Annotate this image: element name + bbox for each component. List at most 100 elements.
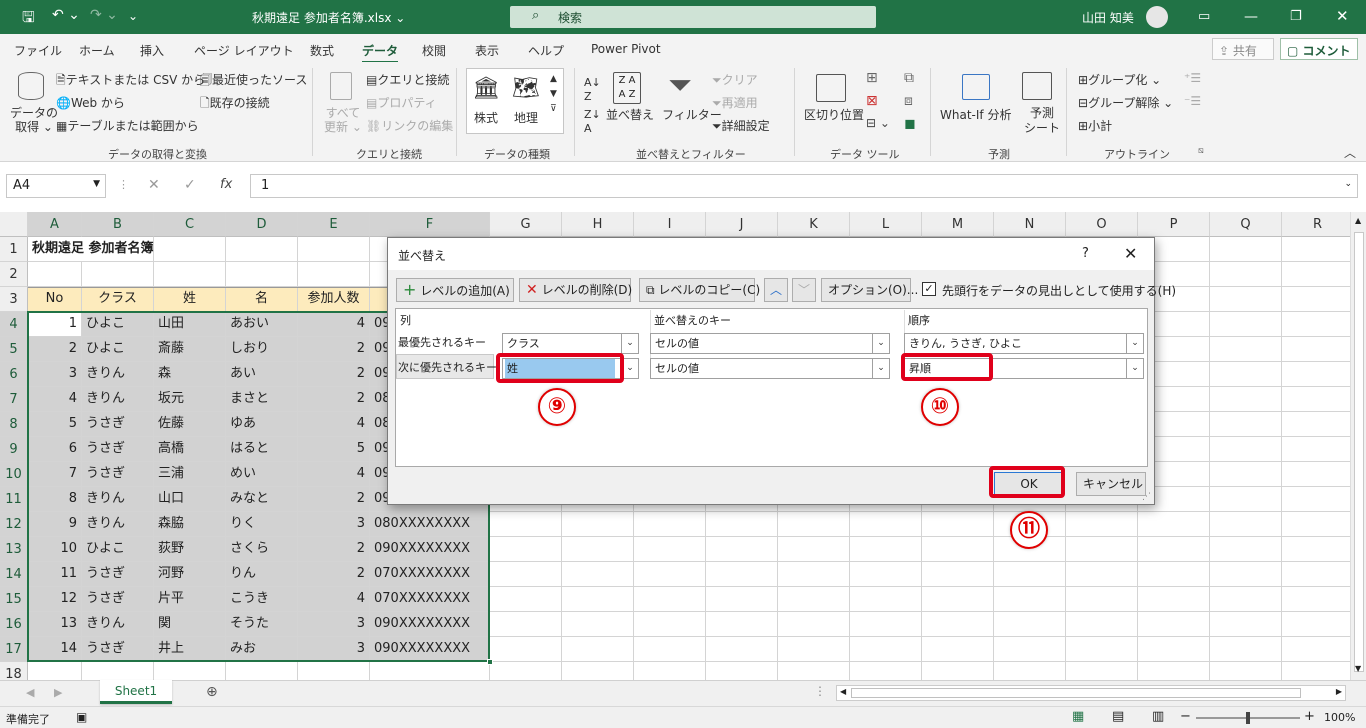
help-icon[interactable]: ? <box>1082 246 1089 261</box>
cell[interactable] <box>1210 437 1282 462</box>
table-header-cell[interactable]: 参加人数 <box>298 287 370 312</box>
cell[interactable] <box>1210 412 1282 437</box>
cell[interactable] <box>850 562 922 587</box>
refresh-all-button[interactable]: すべて 更新 ⌄ <box>324 106 362 134</box>
undo-icon[interactable]: ↶ ⌄ <box>52 7 80 23</box>
cell[interactable]: 9 <box>28 512 82 537</box>
cell[interactable] <box>1210 462 1282 487</box>
tab-file[interactable]: ファイル <box>14 42 62 59</box>
properties-button[interactable]: ▤プロパティ <box>366 94 437 111</box>
zoom-in-icon[interactable]: + <box>1304 709 1315 724</box>
row-header[interactable]: 5 <box>0 337 28 362</box>
row-header[interactable]: 12 <box>0 512 28 537</box>
cell[interactable]: うさぎ <box>82 637 154 662</box>
cell[interactable] <box>1210 512 1282 537</box>
text-csv-button[interactable]: 🗎テキストまたは CSV から <box>56 71 205 92</box>
cell[interactable] <box>706 612 778 637</box>
cell[interactable]: 4 <box>298 462 370 487</box>
cell[interactable] <box>490 637 562 662</box>
row-header[interactable]: 9 <box>0 437 28 462</box>
cell[interactable]: 2 <box>28 337 82 362</box>
cell[interactable] <box>562 512 634 537</box>
add-level-button[interactable]: + レベルの追加(A) <box>396 278 514 302</box>
cell[interactable] <box>298 262 370 287</box>
column-header[interactable]: C <box>154 212 226 237</box>
table-range-button[interactable]: ▦テーブルまたは範囲から <box>56 117 199 134</box>
cell[interactable] <box>634 512 706 537</box>
cell[interactable]: 4 <box>298 412 370 437</box>
cell[interactable]: 3 <box>28 362 82 387</box>
cell[interactable]: ひよこ <box>82 312 154 337</box>
advanced-button[interactable]: ⏷詳細設定 <box>712 117 770 134</box>
cell[interactable] <box>154 662 226 680</box>
cell[interactable]: 3 <box>298 637 370 662</box>
subtotal-button[interactable]: ⊞小計 <box>1078 117 1112 134</box>
cell[interactable] <box>778 662 850 680</box>
row-header[interactable]: 1 <box>0 237 28 262</box>
sort-button[interactable]: 並べ替え <box>606 106 654 123</box>
save-icon[interactable]: 🖫 <box>22 7 35 32</box>
table-header-cell[interactable]: 名 <box>226 287 298 312</box>
cell[interactable] <box>562 662 634 680</box>
tab-splitter-icon[interactable]: ⋮ <box>814 684 826 698</box>
column-header[interactable]: L <box>850 212 922 237</box>
cell[interactable] <box>1282 612 1350 637</box>
cell[interactable] <box>706 662 778 680</box>
show-detail-icon[interactable]: ⁺☰ <box>1184 71 1201 85</box>
cell[interactable] <box>922 637 994 662</box>
cell[interactable]: 3 <box>298 512 370 537</box>
recent-sources-button[interactable]: 🗐最近使ったソース <box>200 71 307 92</box>
secondary-key-select[interactable]: セルの値 ⌄ <box>650 358 890 379</box>
existing-connections-button[interactable]: 🗋既存の接続 <box>200 94 270 115</box>
cell[interactable]: 森 <box>154 362 226 387</box>
cell[interactable]: まさと <box>226 387 298 412</box>
cell[interactable] <box>1210 587 1282 612</box>
cell[interactable] <box>706 562 778 587</box>
enter-icon[interactable]: ✓ <box>184 177 196 193</box>
cell[interactable] <box>1282 587 1350 612</box>
cell[interactable] <box>1282 312 1350 337</box>
cell[interactable] <box>490 612 562 637</box>
cell[interactable]: ひよこ <box>82 337 154 362</box>
zoom-level[interactable]: 100% <box>1324 711 1355 724</box>
edit-links-button[interactable]: ⛓リンクの編集 <box>366 117 453 134</box>
cell[interactable] <box>994 637 1066 662</box>
group-button[interactable]: ⊞グループ化 ⌄ <box>1078 71 1161 88</box>
cell[interactable] <box>1282 262 1350 287</box>
cell[interactable] <box>1282 387 1350 412</box>
column-header[interactable]: Q <box>1210 212 1282 237</box>
cell[interactable]: 三浦 <box>154 462 226 487</box>
delete-level-button[interactable]: ✕ レベルの削除(D) <box>519 278 632 302</box>
cell[interactable] <box>994 662 1066 680</box>
cell[interactable] <box>1210 337 1282 362</box>
cell[interactable]: 13 <box>28 612 82 637</box>
cell[interactable]: 2 <box>298 337 370 362</box>
cell[interactable] <box>850 662 922 680</box>
restore-icon[interactable]: ❐ <box>1290 9 1302 24</box>
cell[interactable] <box>778 537 850 562</box>
cell[interactable] <box>778 512 850 537</box>
sort-descending-icon[interactable]: Z↓ A <box>584 108 601 136</box>
cell[interactable] <box>1066 512 1138 537</box>
cell[interactable] <box>1138 562 1210 587</box>
cell[interactable] <box>1282 362 1350 387</box>
row-header[interactable]: 17 <box>0 637 28 662</box>
queries-connections-button[interactable]: ▤クエリと接続 <box>366 71 449 88</box>
collapse-ribbon-icon[interactable]: ︿ <box>1344 144 1356 161</box>
cell[interactable] <box>490 662 562 680</box>
cell[interactable] <box>850 512 922 537</box>
cell[interactable]: 10 <box>28 537 82 562</box>
column-header[interactable]: D <box>226 212 298 237</box>
cell[interactable] <box>1210 312 1282 337</box>
cell[interactable]: 5 <box>298 437 370 462</box>
cell[interactable]: 関 <box>154 612 226 637</box>
cell[interactable]: 坂元 <box>154 387 226 412</box>
horizontal-scrollbar[interactable]: ◀ ▶ <box>836 685 1346 701</box>
cell[interactable] <box>1066 537 1138 562</box>
tab-formulas[interactable]: 数式 <box>310 42 334 59</box>
cell[interactable]: 080XXXXXXXX <box>370 512 490 537</box>
cell[interactable]: 7 <box>28 462 82 487</box>
cell[interactable] <box>1066 612 1138 637</box>
row-header[interactable]: 7 <box>0 387 28 412</box>
table-header-cell[interactable]: クラス <box>82 287 154 312</box>
